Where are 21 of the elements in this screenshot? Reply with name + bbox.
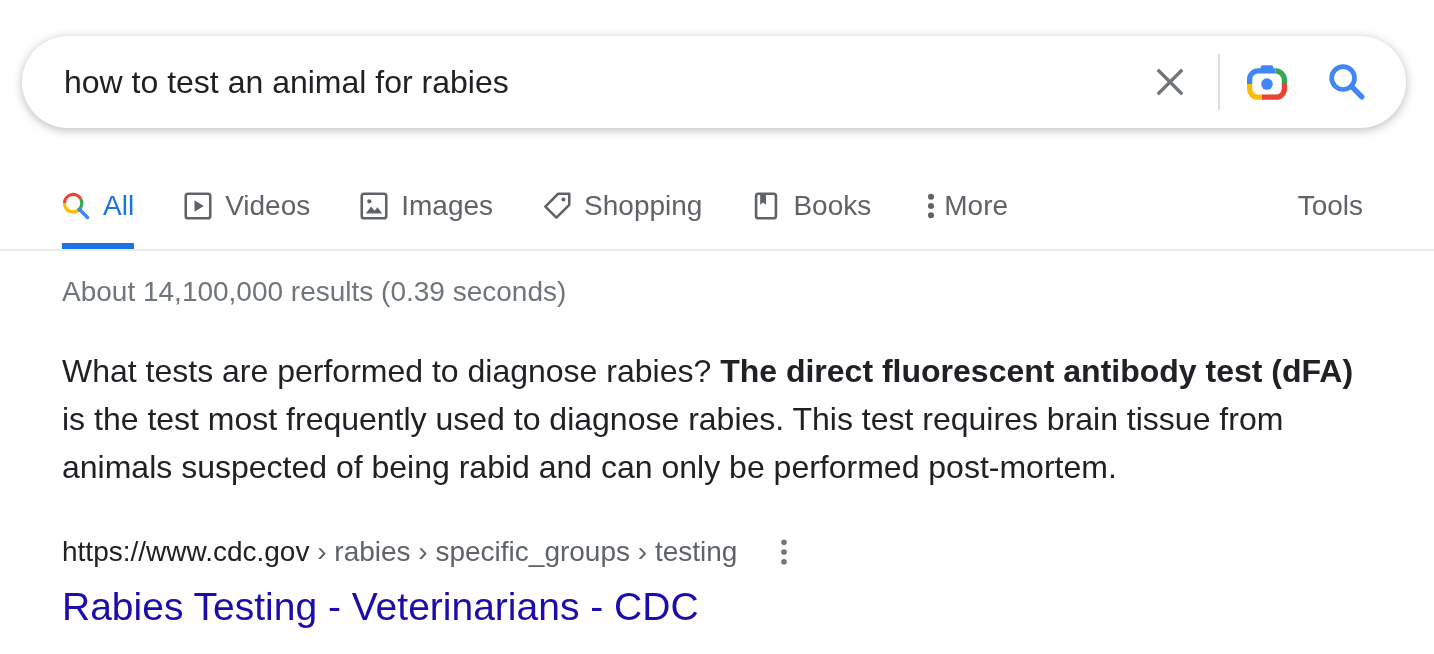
- tools-button[interactable]: Tools: [1297, 170, 1363, 249]
- search-input[interactable]: how to test an animal for rabies: [64, 60, 1136, 104]
- result-title-link[interactable]: Rabies Testing - Veterinarians - CDC: [62, 581, 699, 633]
- more-icon[interactable]: [780, 539, 789, 565]
- tab[interactable]: Videos: [184, 170, 311, 249]
- result-stats: About 14,100,000 results (0.39 seconds): [62, 275, 568, 309]
- camera-icon[interactable]: [1247, 64, 1287, 100]
- tab[interactable]: Images: [360, 170, 494, 249]
- result-url: https://www.cdc.gov › rabies › specific_groups › testing: [62, 535, 738, 569]
- search-icon: [62, 191, 90, 220]
- tab[interactable]: Shopping: [543, 170, 703, 249]
- close-icon[interactable]: [1156, 68, 1184, 96]
- more-icon: [927, 191, 936, 220]
- image-icon: [360, 191, 389, 220]
- tab[interactable]: Books: [752, 170, 872, 249]
- play-icon: [184, 191, 213, 220]
- tab[interactable]: More: [921, 170, 1009, 249]
- tag-icon: [543, 191, 572, 220]
- snippet-text: What tests are performed to diagnose rabies? The direct fluorescent antibody test (dFA) is the test most frequently used to diagnose rabies. This test requires brain tissue from animals suspected of being rabid and can only be performed post-mortem.: [62, 352, 1355, 487]
- tab[interactable]: All: [62, 170, 135, 249]
- search-icon[interactable]: [1329, 64, 1365, 100]
